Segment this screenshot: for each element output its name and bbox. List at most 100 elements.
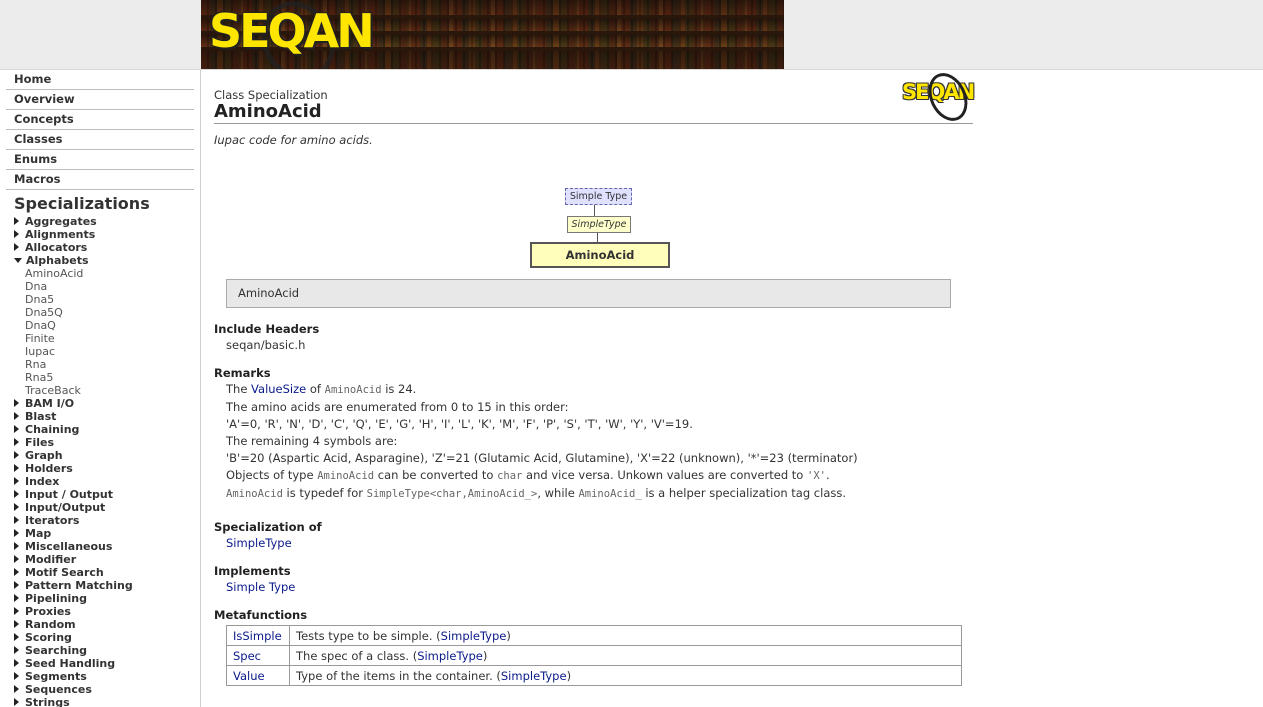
expand-triangle-icon[interactable]: [14, 620, 19, 628]
tree-item-alignments[interactable]: Alignments: [14, 228, 200, 241]
expand-triangle-icon[interactable]: [14, 672, 19, 680]
banner-logo[interactable]: SEQAN: [209, 4, 375, 58]
expand-triangle-icon[interactable]: [14, 516, 19, 524]
nav-classes[interactable]: Classes: [6, 130, 194, 150]
text: of: [306, 382, 325, 396]
tree-leaf-dna5q[interactable]: Dna5Q: [25, 306, 200, 319]
metafunction-name-cell: Value: [226, 665, 290, 686]
expand-triangle-icon[interactable]: [14, 230, 19, 238]
simpletype-link[interactable]: SimpleType: [417, 649, 483, 663]
expand-triangle-icon[interactable]: [14, 451, 19, 459]
tree-item-files[interactable]: Files: [14, 436, 200, 449]
tree-item-label: Chaining: [25, 423, 80, 436]
tree-item-sequences[interactable]: Sequences: [14, 683, 200, 696]
expand-triangle-icon[interactable]: [14, 243, 19, 251]
expand-triangle-icon[interactable]: [14, 594, 19, 602]
expand-triangle-icon[interactable]: [14, 685, 19, 693]
metafunction-link-issimple[interactable]: IsSimple: [233, 629, 282, 643]
expand-triangle-icon[interactable]: [14, 412, 19, 420]
tree-item-searching[interactable]: Searching: [14, 644, 200, 657]
tree-item-input-output[interactable]: Input/Output: [14, 501, 200, 514]
tree-item-label: Motif Search: [25, 566, 104, 579]
metafunction-link-value[interactable]: Value: [233, 669, 265, 683]
tree-leaf-rna[interactable]: Rna: [25, 358, 200, 371]
tree-item-iterators[interactable]: Iterators: [14, 514, 200, 527]
valuesize-link[interactable]: ValueSize: [251, 382, 306, 396]
tree-item-allocators[interactable]: Allocators: [14, 241, 200, 254]
nav-concepts[interactable]: Concepts: [6, 110, 194, 130]
diagram-concept-node[interactable]: Simple Type: [565, 188, 632, 205]
metafunction-desc: The spec of a class. (: [296, 648, 418, 663]
simple-type-concept-link[interactable]: Simple Type: [226, 580, 295, 594]
tree-item-proxies[interactable]: Proxies: [14, 605, 200, 618]
metafunction-desc-cell: The spec of a class. (SimpleType): [289, 645, 962, 666]
tree-leaf-traceback[interactable]: TraceBack: [25, 384, 200, 397]
expand-triangle-icon[interactable]: [14, 646, 19, 654]
nav-overview[interactable]: Overview: [6, 90, 194, 110]
tree-item-strings[interactable]: Strings: [14, 696, 200, 707]
expand-triangle-icon[interactable]: [14, 464, 19, 472]
expand-triangle-icon[interactable]: [14, 477, 19, 485]
expand-triangle-icon[interactable]: [14, 568, 19, 576]
expand-triangle-icon[interactable]: [14, 425, 19, 433]
tree-item-blast[interactable]: Blast: [14, 410, 200, 423]
tree-item-miscellaneous[interactable]: Miscellaneous: [14, 540, 200, 553]
expand-triangle-icon[interactable]: [14, 399, 19, 407]
expand-triangle-icon[interactable]: [14, 607, 19, 615]
tree-leaf-aminoacid[interactable]: AminoAcid: [25, 267, 200, 280]
tree-item-chaining[interactable]: Chaining: [14, 423, 200, 436]
simpletype-link[interactable]: SimpleType: [441, 629, 507, 643]
tree-leaf-iupac[interactable]: Iupac: [25, 345, 200, 358]
tree-item-aggregates[interactable]: Aggregates: [14, 215, 200, 228]
expand-triangle-icon[interactable]: [14, 542, 19, 550]
simpletype-link[interactable]: SimpleType: [501, 669, 567, 683]
expand-triangle-icon[interactable]: [14, 698, 19, 706]
tree-item-modifier[interactable]: Modifier: [14, 553, 200, 566]
collapse-triangle-icon[interactable]: [14, 258, 22, 263]
tree-leaf-dna[interactable]: Dna: [25, 280, 200, 293]
expand-triangle-icon[interactable]: [14, 490, 19, 498]
expand-triangle-icon[interactable]: [14, 217, 19, 225]
tree-item-holders[interactable]: Holders: [14, 462, 200, 475]
expand-triangle-icon[interactable]: [14, 581, 19, 589]
tree-item-alphabets[interactable]: Alphabets AminoAcid Dna Dna5 Dna5Q DnaQ Finite…: [14, 254, 200, 397]
metafunction-link-spec[interactable]: Spec: [233, 649, 261, 663]
diagram-parent-node[interactable]: SimpleType: [567, 216, 631, 233]
tree-leaf-rna5[interactable]: Rna5: [25, 371, 200, 384]
text: is typedef for: [282, 486, 367, 500]
tree-item-bam-i-o[interactable]: BAM I/O: [14, 397, 200, 410]
remarks-heading: Remarks: [214, 366, 271, 380]
expand-triangle-icon[interactable]: [14, 438, 19, 446]
tree-leaf-finite[interactable]: Finite: [25, 332, 200, 345]
tree-item-pattern-matching[interactable]: Pattern Matching: [14, 579, 200, 592]
nav-macros[interactable]: Macros: [6, 170, 194, 190]
expand-triangle-icon[interactable]: [14, 503, 19, 511]
metafunction-row: Spec The spec of a class. (SimpleType): [226, 645, 962, 666]
tree-item-motif-search[interactable]: Motif Search: [14, 566, 200, 579]
tree-leaf-dnaq[interactable]: DnaQ: [25, 319, 200, 332]
page-kind: Class Specialization: [214, 88, 328, 102]
tree-leaf-dna5[interactable]: Dna5: [25, 293, 200, 306]
tree-item-graph[interactable]: Graph: [14, 449, 200, 462]
tree-item-pipelining[interactable]: Pipelining: [14, 592, 200, 605]
simpletype-link[interactable]: SimpleType: [226, 536, 292, 550]
tree-item-input-output[interactable]: Input / Output: [14, 488, 200, 501]
banner-image: SEQAN: [201, 0, 784, 69]
tree-item-seed-handling[interactable]: Seed Handling: [14, 657, 200, 670]
specialization-of-heading: Specialization of: [214, 520, 322, 534]
tree-item-map[interactable]: Map: [14, 527, 200, 540]
expand-triangle-icon[interactable]: [14, 555, 19, 563]
nav-home[interactable]: Home: [6, 70, 194, 90]
tree-item-label: Sequences: [25, 683, 92, 696]
metafunction-name-cell: IsSimple: [226, 625, 290, 646]
expand-triangle-icon[interactable]: [14, 633, 19, 641]
expand-triangle-icon[interactable]: [14, 529, 19, 537]
text: is a helper specialization tag class.: [641, 486, 847, 500]
text: The: [226, 382, 252, 396]
nav-enums[interactable]: Enums: [6, 150, 194, 170]
tree-item-segments[interactable]: Segments: [14, 670, 200, 683]
tree-item-random[interactable]: Random: [14, 618, 200, 631]
tree-item-index[interactable]: Index: [14, 475, 200, 488]
tree-item-scoring[interactable]: Scoring: [14, 631, 200, 644]
expand-triangle-icon[interactable]: [14, 659, 19, 667]
